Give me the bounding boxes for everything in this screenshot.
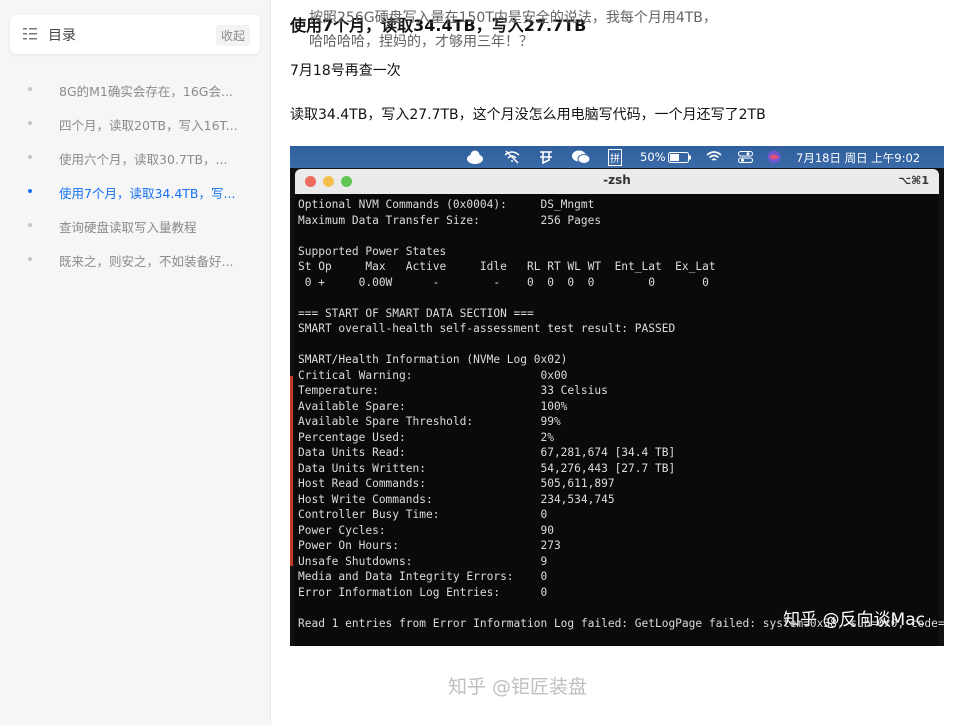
terminal-line: Critical Warning: 0x00 xyxy=(298,368,568,382)
terminal-line: Host Read Commands: 505,611,897 xyxy=(298,477,615,490)
toc-bullet xyxy=(28,257,32,261)
toc-item-label: 使用7个月，读取34.4TB，写... xyxy=(59,186,236,201)
window-shortcut: ⌥⌘1 xyxy=(898,174,929,187)
terminal-line: SMART overall-health self-assessment tes… xyxy=(298,322,676,335)
terminal-line: Maximum Data Transfer Size: 256 Pages xyxy=(298,213,602,227)
toc-title: 目录 xyxy=(48,28,76,44)
terminal-line: Media and Data Integrity Errors: 0 xyxy=(298,570,548,583)
toc-item-label: 查询硬盘读取写入量教程 xyxy=(59,220,197,235)
list-icon xyxy=(23,28,37,40)
wechat-icon xyxy=(572,150,591,164)
desktop-edge xyxy=(290,376,293,566)
terminal-titlebar: -zsh ⌥⌘1 xyxy=(295,169,939,194)
control-center-icon xyxy=(738,151,753,163)
terminal-window-title: -zsh xyxy=(603,173,631,187)
terminal-line: Supported Power States xyxy=(298,244,447,258)
terminal-line: St Op Max Active Idle RL RT WL WT Ent_La… xyxy=(298,260,716,273)
toc-bullet xyxy=(28,87,32,91)
terminal-line: Optional NVM Commands (0x0004): DS_Mngmt xyxy=(298,198,595,211)
terminal-line: Temperature: 33 Celsius xyxy=(298,384,608,397)
toc-bullet xyxy=(28,121,32,125)
toc-item-active[interactable]: 使用7个月，读取34.4TB，写... xyxy=(0,174,270,210)
terminal-line: Percentage Used: 2% xyxy=(298,430,554,444)
quote-line: 哈哈哈哈，捏妈的，才够用三年！？ xyxy=(309,34,533,50)
toc-bullet xyxy=(28,155,32,159)
wifi-icon xyxy=(706,151,722,161)
toc-item-label: 使用六个月，读取30.7TB，... xyxy=(59,152,228,167)
terminal-line: Unsafe Shutdowns: 9 xyxy=(298,554,548,568)
terminal-line: 0 + 0.00W - - 0 0 0 0 0 0 xyxy=(298,275,709,289)
app-icon xyxy=(540,151,552,164)
wifi-off-icon xyxy=(504,150,520,164)
toc-item-label: 8G的M1确实会存在，16G会... xyxy=(59,84,233,99)
paragraph: 读取34.4TB，写入27.7TB，这个月没怎么用电脑写代码，一个月还写了2TB xyxy=(290,107,766,123)
terminal-line: Read 1 entries from Error Information Lo… xyxy=(298,616,944,630)
mac-menubar: 拼 50% 7月18日 周日 上午9:02 xyxy=(290,146,944,168)
input-method-indicator: 拼 xyxy=(608,149,622,166)
terminal-line: Controller Busy Time: 0 xyxy=(298,508,548,521)
terminal-line: Available Spare: 100% xyxy=(298,399,568,413)
page-watermark: 知乎 @钜匠装盘 xyxy=(448,676,588,698)
battery-percent: 50% xyxy=(640,150,666,164)
toc-item[interactable]: 既来之，则安之，不如装备好... xyxy=(0,242,270,278)
toc-bullet xyxy=(28,223,32,227)
siri-icon xyxy=(767,150,781,164)
terminal-line: SMART/Health Information (NVMe Log 0x02) xyxy=(298,353,568,366)
terminal-line: Error Information Log Entries: 0 xyxy=(298,585,548,599)
quote-line: 按照256G硬盘写入量在150T内是安全的说法，我每个月用4TB， xyxy=(309,10,717,26)
toc-item[interactable]: 使用六个月，读取30.7TB，... xyxy=(0,140,270,176)
toc-item[interactable]: 8G的M1确实会存在，16G会... xyxy=(0,72,270,108)
menubar-datetime: 7月18日 周日 上午9:02 xyxy=(796,151,921,165)
toc-header: 目录 收起 xyxy=(10,15,260,54)
terminal-line: === START OF SMART DATA SECTION === xyxy=(298,306,534,320)
terminal-line: Host Write Commands: 234,534,745 xyxy=(298,492,615,506)
terminal-line: Data Units Read: 67,281,674 [34.4 TB] xyxy=(298,446,676,459)
toc-item-label: 四个月，读取20TB，写入16T... xyxy=(59,118,238,133)
cloud-icon xyxy=(467,150,483,164)
toc-item[interactable]: 查询硬盘读取写入量教程 xyxy=(0,208,270,244)
terminal-line: Power Cycles: 90 xyxy=(298,523,554,537)
toc-collapse-button[interactable]: 收起 xyxy=(215,25,250,46)
terminal-screenshot-image: 拼 50% 7月18日 周日 上午9:02 -zsh ⌥⌘1 知乎 @反向谈Ma… xyxy=(290,146,944,646)
terminal-output: 知乎 @反向谈Mac Optional NVM Commands (0x0004… xyxy=(295,194,944,646)
table-of-contents-sidebar: 目录 收起 8G的M1确实会存在，16G会... 四个月，读取20TB，写入16… xyxy=(0,0,271,725)
terminal-line: Available Spare Threshold: 99% xyxy=(298,415,561,428)
paragraph: 7月18号再查一次 xyxy=(290,63,401,79)
terminal-line: Data Units Written: 54,276,443 [27.7 TB] xyxy=(298,461,676,475)
toc-bullet xyxy=(28,189,32,193)
toc-item-label: 既来之，则安之，不如装备好... xyxy=(59,254,234,269)
battery-icon xyxy=(668,152,691,163)
toc-item[interactable]: 四个月，读取20TB，写入16T... xyxy=(0,106,270,142)
terminal-line: Power On Hours: 273 xyxy=(298,539,561,552)
